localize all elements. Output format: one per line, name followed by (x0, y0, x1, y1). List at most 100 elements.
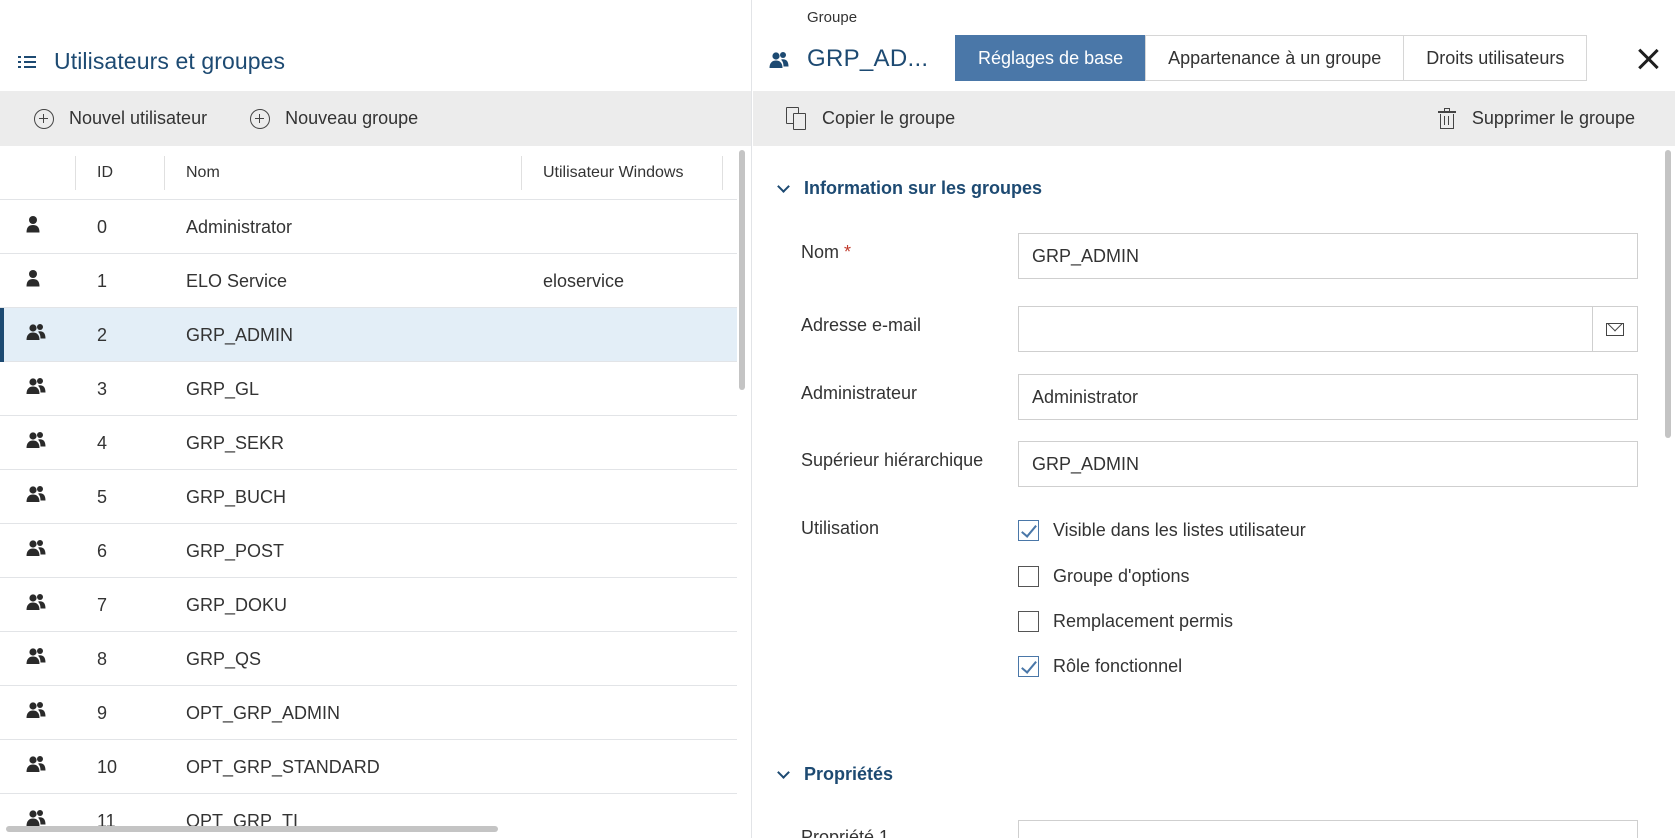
vertical-scrollbar[interactable] (739, 150, 745, 390)
column-header-nom[interactable]: Nom (186, 146, 220, 200)
usage-option[interactable]: Groupe d'options (1018, 566, 1190, 587)
column-divider[interactable] (722, 156, 723, 190)
table-row[interactable]: 3 GRP_GL (0, 362, 737, 416)
horizontal-scrollbar[interactable] (6, 826, 498, 832)
cell-id: 2 (97, 325, 108, 345)
copy-group-label: Copier le groupe (822, 108, 956, 128)
table-row[interactable]: 10 OPT_GRP_STANDARD (0, 740, 737, 794)
checkbox[interactable] (1018, 520, 1039, 541)
checkbox[interactable] (1018, 611, 1039, 632)
checkbox[interactable] (1018, 566, 1039, 587)
section-title: Propriétés (804, 764, 894, 784)
left-toolbar: Nouvel utilisateur Nouveau groupe (0, 91, 751, 146)
table-row[interactable]: 7 GRP_DOKU (0, 578, 737, 632)
tab-group-membership[interactable]: Appartenance à un groupe (1145, 35, 1405, 81)
checkbox-label: Rôle fonctionnel (1053, 656, 1183, 676)
plus-circle-icon (34, 108, 54, 129)
chevron-down-icon (777, 765, 790, 779)
chevron-down-icon (777, 179, 790, 193)
name-label-text: Nom (801, 242, 840, 262)
required-marker: * (844, 242, 852, 262)
cell-id: 8 (97, 649, 108, 669)
superior-label: Supérieur hiérarchique (801, 450, 984, 470)
section-properties[interactable]: Propriétés (777, 764, 893, 785)
group-icon (26, 755, 46, 777)
table-header: ID Nom Utilisateur Windows (0, 146, 737, 200)
tab-basic-settings[interactable]: Réglages de base (955, 35, 1147, 81)
page-title: Utilisateurs et groupes (54, 48, 286, 74)
column-divider[interactable] (164, 156, 165, 190)
cell-nom: GRP_POST (186, 541, 285, 561)
new-user-button[interactable]: Nouvel utilisateur (34, 108, 207, 129)
cell-nom: GRP_BUCH (186, 487, 287, 507)
table-row[interactable]: 9 OPT_GRP_ADMIN (0, 686, 737, 740)
cell-id: 9 (97, 703, 108, 723)
list-icon[interactable] (18, 55, 36, 69)
cell-id: 10 (97, 757, 118, 777)
group-icon (26, 539, 46, 561)
column-header-windows-user[interactable]: Utilisateur Windows (543, 146, 683, 200)
table-row[interactable]: 8 GRP_QS (0, 632, 737, 686)
column-header-id[interactable]: ID (97, 146, 113, 200)
cell-id: 7 (97, 595, 108, 615)
close-icon[interactable] (1637, 48, 1659, 70)
group-title: GRP_AD... (807, 45, 929, 72)
trash-icon (1437, 107, 1456, 130)
table-row[interactable]: 0 Administrator (0, 200, 737, 254)
table-row[interactable]: 6 GRP_POST (0, 524, 737, 578)
cell-id: 3 (97, 379, 108, 399)
delete-group-button[interactable]: Supprimer le groupe (1437, 91, 1635, 146)
usage-option[interactable]: Visible dans les listes utilisateur (1018, 520, 1306, 541)
cell-nom: ELO Service (186, 271, 288, 291)
cell-nom: GRP_ADMIN (186, 325, 294, 345)
new-group-label: Nouveau groupe (285, 108, 419, 128)
table-row[interactable]: 1 ELO Service eloservice (0, 254, 737, 308)
tab-user-rights[interactable]: Droits utilisateurs (1403, 35, 1588, 81)
new-group-button[interactable]: Nouveau groupe (250, 108, 418, 129)
delete-group-label: Supprimer le groupe (1471, 108, 1635, 128)
group-icon (26, 701, 46, 723)
table-body: 0 Administrator 1 ELO Service eloservice 2 GRP… (0, 200, 737, 838)
email-label: Adresse e-mail (801, 315, 922, 335)
group-icon (26, 377, 46, 399)
group-icon (769, 51, 789, 74)
copy-icon (786, 106, 808, 131)
breadcrumb: Groupe (807, 9, 858, 26)
cell-nom: Administrator (186, 217, 293, 237)
user-icon (26, 215, 40, 237)
panel-header: Utilisateurs et groupes (0, 0, 751, 91)
checkbox-label: Remplacement permis (1053, 611, 1234, 631)
usage-option[interactable]: Remplacement permis (1018, 611, 1233, 632)
group-detail-panel: Groupe GRP_AD... Réglages de base Appart… (753, 0, 1675, 838)
plus-circle-icon (250, 108, 271, 129)
cell-id: 0 (97, 217, 108, 237)
section-group-info[interactable]: Information sur les groupes (777, 178, 1042, 199)
table-row[interactable]: 4 GRP_SEKR (0, 416, 737, 470)
property-1-field[interactable] (1018, 820, 1638, 838)
copy-group-button[interactable]: Copier le groupe (786, 106, 956, 131)
superior-field[interactable] (1018, 441, 1638, 487)
vertical-scrollbar[interactable] (1665, 150, 1671, 438)
name-field[interactable] (1018, 233, 1638, 279)
user-icon (26, 269, 40, 291)
column-divider[interactable] (521, 156, 522, 190)
right-toolbar: Copier le groupe Supprimer le groupe (753, 91, 1675, 146)
group-icon (26, 323, 46, 345)
cell-id: 6 (97, 541, 108, 561)
table-row[interactable]: 2 GRP_ADMIN (0, 308, 737, 362)
cell-nom: GRP_QS (186, 649, 262, 669)
administrator-field[interactable] (1018, 374, 1638, 420)
email-field[interactable] (1018, 306, 1593, 352)
table-row[interactable]: 5 GRP_BUCH (0, 470, 737, 524)
group-icon (26, 431, 46, 453)
usage-option[interactable]: Rôle fonctionnel (1018, 656, 1182, 677)
send-email-button[interactable] (1592, 306, 1638, 352)
cell-nom: GRP_GL (186, 379, 260, 399)
users-table: ID Nom Utilisateur Windows 0 Administrato… (0, 146, 737, 838)
cell-nom: OPT_GRP_STANDARD (186, 757, 380, 777)
group-icon (26, 485, 46, 507)
detail-tabs: Réglages de base Appartenance à un group… (955, 35, 1588, 81)
checkbox[interactable] (1018, 656, 1039, 677)
cell-id: 4 (97, 433, 108, 453)
column-divider[interactable] (75, 156, 76, 190)
